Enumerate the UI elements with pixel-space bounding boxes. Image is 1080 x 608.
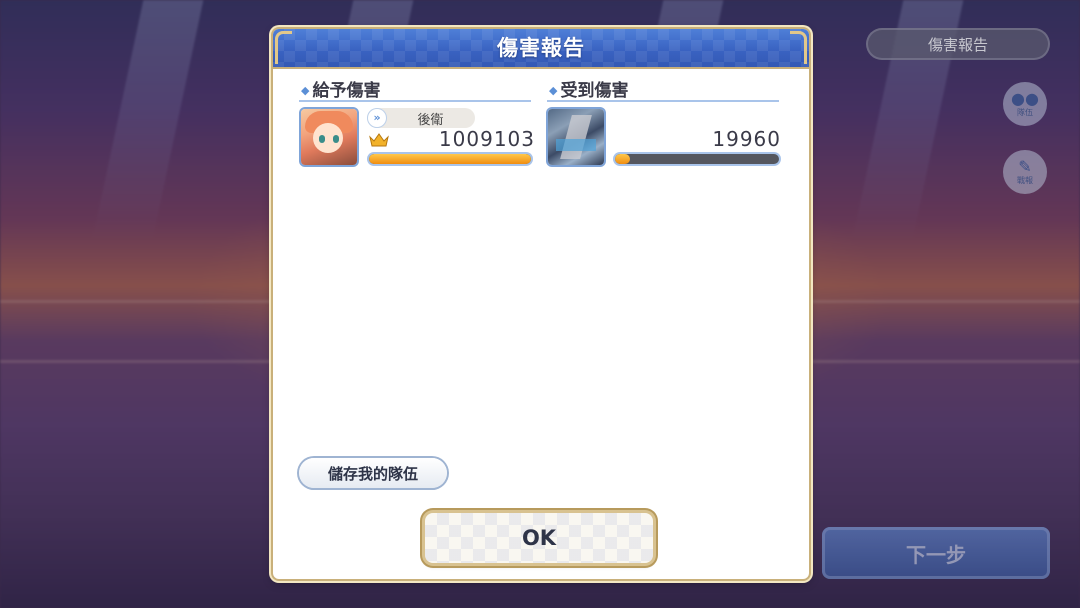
ok-button-label: OK [521, 526, 557, 550]
section-divider [299, 100, 531, 102]
crown-icon [369, 133, 389, 147]
dialog-header: 傷害報告 [273, 29, 809, 69]
rear-position-icon: » [368, 109, 386, 127]
log-button-label: 戰報 [1017, 175, 1033, 185]
party-button-label: 隊伍 [1017, 107, 1033, 117]
save-my-team-button[interactable]: 儲存我的隊伍 [299, 458, 447, 488]
save-my-team-label: 儲存我的隊伍 [327, 464, 418, 483]
received-damage-bar-fill [615, 154, 630, 164]
edit-icon: ✎ [1018, 156, 1032, 176]
received-damage-value: 19960 [712, 127, 781, 151]
dealt-damage-value: 1009103 [438, 127, 535, 151]
diamond-bullet-icon: ◆ [301, 83, 310, 97]
dealt-damage-title: 給予傷害 [312, 80, 381, 101]
damage-report-dialog: 傷害報告 ◆ 給予傷害 » 後衛 1009103 ◆ 受到傷害 19960 儲存… [273, 29, 809, 579]
next-step-button[interactable]: 下一步 [822, 527, 1050, 579]
dealt-damage-bar-fill [369, 154, 531, 164]
party-icon: ●● [1011, 88, 1039, 108]
dealt-damage-heading: ◆ 給予傷害 [301, 77, 381, 101]
position-badge: » 後衛 [367, 108, 475, 128]
damage-report-tab[interactable]: 傷害報告 [866, 28, 1050, 60]
damage-report-tab-label: 傷害報告 [927, 35, 988, 54]
ok-button[interactable]: OK [425, 513, 653, 563]
dialog-title: 傷害報告 [497, 36, 585, 60]
received-damage-bar [615, 154, 779, 164]
character-portrait[interactable] [301, 109, 357, 165]
next-step-label: 下一步 [906, 542, 966, 567]
section-divider [547, 100, 779, 102]
received-damage-heading: ◆ 受到傷害 [549, 77, 629, 101]
log-button[interactable]: ✎ 戰報 [1003, 150, 1047, 194]
party-button[interactable]: ●● 隊伍 [1003, 82, 1047, 126]
diamond-bullet-icon: ◆ [549, 83, 558, 97]
received-damage-title: 受到傷害 [560, 80, 629, 101]
enemy-portrait[interactable] [548, 109, 604, 165]
position-label: 後衛 [417, 112, 444, 128]
dealt-damage-bar [369, 154, 531, 164]
